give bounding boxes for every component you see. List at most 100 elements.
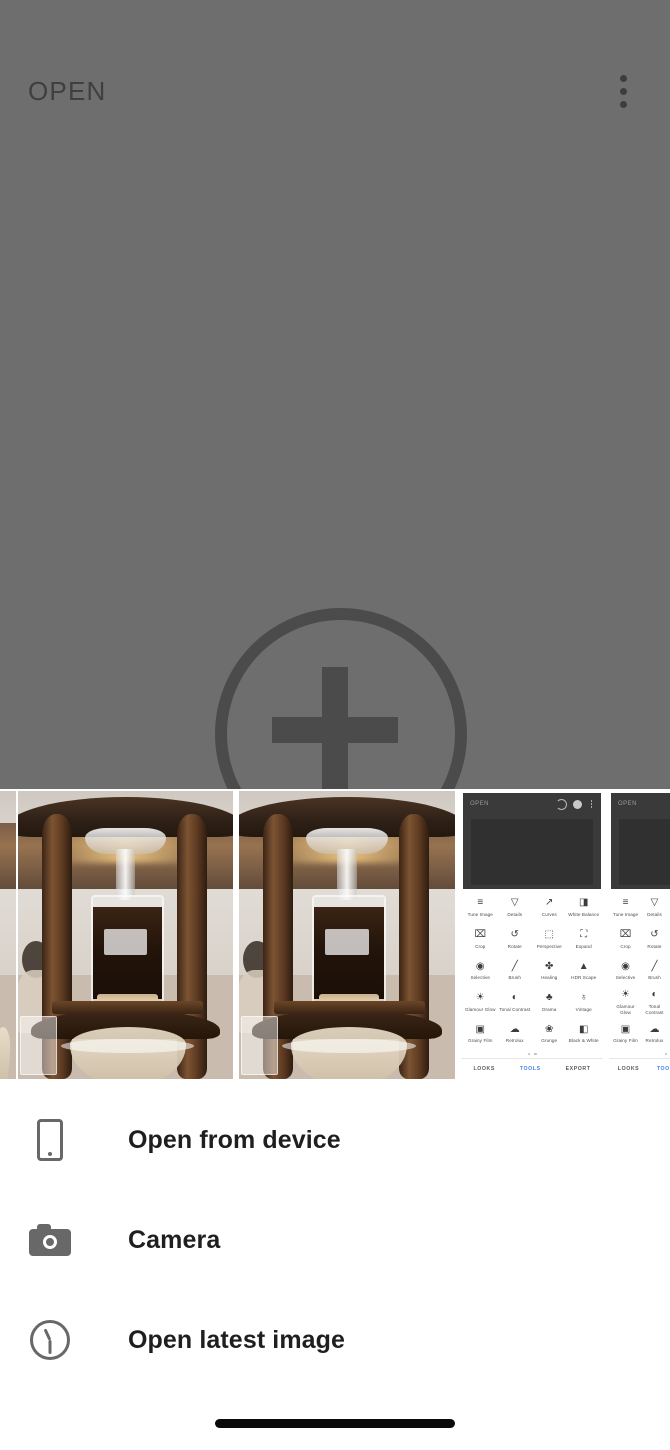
screenshot-tab-looks: LOOKS: [473, 1066, 495, 1072]
screenshot-tool-label: White Balance: [568, 911, 600, 917]
photo-brand-logo: [104, 929, 147, 956]
screenshot-tool-glamour-glow: ☀ Glamour Glow: [611, 988, 640, 1015]
screenshot-tool-expand: ⛶ Expand: [567, 928, 602, 950]
screenshot-title: OPEN: [618, 801, 638, 807]
screenshot-tool-perspective: ⬚ Perspective: [532, 928, 567, 950]
screenshot-tool-black-white: ◧ Black & White: [567, 1022, 602, 1044]
thumbnail-item[interactable]: [18, 791, 233, 1079]
thumbnail-item[interactable]: OPEN ≡Tune Image▽Details↗Curves◨White Ba…: [461, 791, 603, 1079]
plus-icon-vertical: [322, 667, 348, 789]
screenshot-tool-label: Retrolux: [645, 1038, 664, 1044]
clock-icon: [22, 1312, 78, 1368]
dot: [619, 74, 627, 82]
screenshot-tool-vintage: ♁ Vintage: [567, 991, 602, 1013]
black-and-white-icon: ◧: [579, 1023, 589, 1035]
screenshot-tool-label: Crop: [620, 943, 631, 949]
home-indicator[interactable]: [215, 1419, 455, 1428]
screenshot-tool-white-balance: ◨ White Balance: [567, 896, 602, 918]
screenshot-tool-crop: ⌧ Crop: [463, 928, 498, 950]
screenshot-tab-looks: LOOKS: [617, 1066, 640, 1072]
screenshot-tool-grid: ≡Tune Image▽Details↗Curves◨White Balance…: [463, 891, 601, 1049]
more-vert-icon[interactable]: [598, 66, 648, 116]
screenshot-tool-label: Tune Image: [612, 911, 639, 917]
selective-icon: ◉: [621, 960, 630, 972]
screenshot-thumbnail: OPEN ≡Tune Image▽Details↗Curves◨White Ba…: [609, 791, 670, 1079]
screenshot-tool-label: Tonal Contrast: [499, 1006, 531, 1012]
screenshot-tool-grainy-film: ▣ Grainy Film: [611, 1022, 640, 1044]
screenshot-tool-details: ▽ Details: [498, 896, 533, 918]
retrolux-icon: ☁: [509, 1023, 520, 1035]
screenshot-page-dots: [609, 1051, 670, 1057]
screenshot-title: OPEN: [470, 801, 490, 807]
rotate-icon: ↺: [650, 929, 659, 941]
screenshot-tool-label: Perspective: [536, 943, 562, 949]
screenshot-tool-retrolux: ☁ Retrolux: [640, 1022, 669, 1044]
thumbnail-item[interactable]: [0, 791, 16, 1079]
screenshot-tool-label: Healing: [541, 975, 558, 981]
tune-icon: ≡: [622, 897, 629, 909]
photo-crossbar: [273, 1001, 425, 1015]
grainy-film-icon: ▣: [475, 1023, 485, 1035]
white-balance-icon: ◨: [579, 897, 589, 909]
screenshot-tool-label: Drama: [542, 1006, 557, 1012]
open-options-list: Open from device Camera Open latest imag…: [0, 1081, 670, 1450]
curves-icon: ↗: [545, 897, 554, 909]
screenshot-tool-label: Glamour Glow: [464, 1006, 496, 1012]
screenshot-tool-label: Rotate: [647, 943, 662, 949]
menu-item-open-latest-image[interactable]: Open latest image: [0, 1290, 670, 1390]
screenshot-tool-label: Tune Image: [467, 911, 493, 917]
recent-images-strip[interactable]: OPEN ≡ Tune Image ▽ Details ↗ Curves ◨ White Ba…: [0, 789, 670, 1081]
add-image-button[interactable]: [215, 608, 467, 789]
screenshot-tool-tonal-contrast: ◐ Tonal Contrast: [498, 991, 533, 1013]
photo-bowl: [0, 1027, 11, 1079]
photo-shelf: [0, 822, 16, 889]
screenshot-tool-label: Glamour Glow: [616, 1003, 635, 1015]
screenshot-tool-brush: ╱ Brush: [640, 959, 669, 981]
photo-thumbnail: [239, 791, 455, 1079]
photo-brand-logo: [325, 929, 369, 956]
camera-icon: [22, 1212, 78, 1268]
screenshot-tool-label: Details: [647, 911, 662, 917]
screenshot-tab-tools: TOOLS: [519, 1066, 541, 1072]
grainy-film-icon: ▣: [620, 1023, 631, 1035]
retrolux-icon: ☁: [649, 1023, 660, 1035]
hdr-scape-icon: ▲: [578, 960, 589, 972]
device-icon: [22, 1112, 78, 1168]
photo-crossbar: [52, 1001, 203, 1015]
brush-icon: ╱: [511, 960, 518, 972]
screenshot-tool-rotate: ↺ Rotate: [498, 928, 533, 950]
screenshot-tool-label: Grainy Film: [467, 1038, 493, 1044]
photo-thumbnail: [18, 791, 233, 1079]
screenshot-tab-bar: LOOKSTOOLSEXPORT: [609, 1058, 670, 1079]
photo-bowl-rim: [282, 1038, 417, 1054]
screenshot-tool-label: Expand: [575, 943, 592, 949]
brush-icon: ╱: [651, 960, 658, 972]
screenshot-tool-label: Grunge: [541, 1038, 558, 1044]
menu-item-open-from-device[interactable]: Open from device: [0, 1090, 670, 1190]
menu-item-label: Camera: [128, 1225, 221, 1254]
screenshot-tool-rotate: ↺ Rotate: [640, 928, 669, 950]
info-icon: [573, 799, 582, 809]
editor-backdrop: OPEN: [0, 0, 670, 789]
menu-item-camera[interactable]: Camera: [0, 1190, 670, 1290]
screenshot-canvas: [619, 819, 670, 885]
screenshot-tool-label: Brush: [508, 975, 521, 981]
thumbnail-item[interactable]: [239, 791, 455, 1079]
screenshot-tool-curves: ↗ Curves: [532, 896, 567, 918]
screenshot-tool-glamour-glow: ☀ Glamour Glow: [463, 991, 498, 1013]
details-icon: ▽: [510, 897, 519, 909]
screenshot-tool-crop: ⌧ Crop: [611, 928, 640, 950]
screenshot-tool-label: Tonal Contrast: [645, 1003, 664, 1015]
dot: [619, 87, 627, 95]
history-icon: [556, 798, 567, 810]
snapseed-open-screen: OPEN OPEN ≡ Tune Image ▽ Details ↗ Curve…: [0, 0, 670, 1450]
tonal-contrast-icon: ◐: [651, 989, 658, 1001]
photo-glass: [241, 1015, 278, 1076]
more-vert-icon: [588, 800, 595, 809]
thumbnail-item[interactable]: OPEN ≡Tune Image▽Details↗Curves◨White Ba…: [609, 791, 670, 1079]
expand-icon: ⛶: [580, 929, 588, 941]
screenshot-tab-tools: TOOLS: [656, 1066, 670, 1072]
screenshot-tool-grid: ≡Tune Image▽Details↗Curves◨White Balance…: [611, 891, 670, 1049]
drama-icon: ♣: [545, 992, 553, 1004]
perspective-icon: ⬚: [544, 929, 554, 941]
